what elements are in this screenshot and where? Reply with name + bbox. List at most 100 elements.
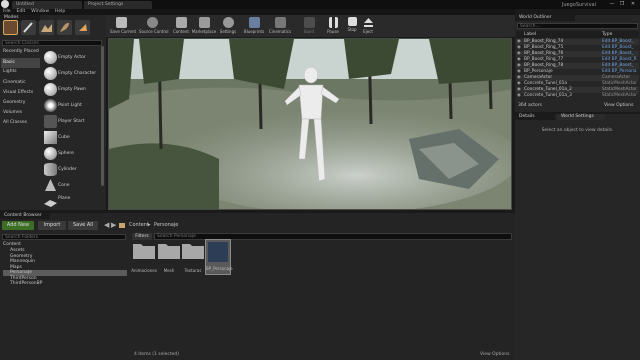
outliner-view-options[interactable]: View Options xyxy=(604,103,633,108)
details-panel xyxy=(515,114,640,360)
world-outliner-title[interactable]: World Outliner xyxy=(515,15,575,21)
details-empty-text: Select an object to view details. xyxy=(541,128,614,133)
paint-mode-icon[interactable] xyxy=(21,20,36,35)
folder-texturas[interactable] xyxy=(182,241,204,259)
category-all-classes[interactable]: All Classes xyxy=(1,118,40,128)
folder-label: Mesh xyxy=(163,268,175,273)
gear-icon xyxy=(222,17,234,28)
tab-details[interactable]: Details xyxy=(515,114,555,120)
build-icon xyxy=(303,17,315,28)
source-control-icon xyxy=(146,17,158,28)
folder-label: Animaciones xyxy=(131,268,157,273)
place-mode-icon[interactable] xyxy=(3,20,18,35)
breadcrumb-content[interactable]: Content xyxy=(129,221,149,230)
folder-search-input[interactable]: Search Folders xyxy=(2,234,126,240)
minimize-button[interactable]: — xyxy=(607,1,617,8)
category-cinematic[interactable]: Cinematic xyxy=(1,78,40,88)
blueprint-thumbnail-icon xyxy=(208,242,228,262)
outliner-row[interactable]: ◉ Concrete_Tunel_01a StaticMeshActor xyxy=(516,81,639,87)
eject-icon xyxy=(363,17,374,28)
maximize-button[interactable]: ❐ xyxy=(617,1,627,8)
content-icon xyxy=(175,17,187,28)
save-all-button[interactable]: Save All xyxy=(68,221,98,230)
eye-icon[interactable]: ◉ xyxy=(517,45,521,51)
breadcrumb-sep: ▸ xyxy=(148,222,151,228)
ue-logo-icon xyxy=(1,0,9,8)
category-recently-placed[interactable]: Recently Placed xyxy=(1,47,40,57)
eye-icon[interactable]: ◉ xyxy=(517,87,521,93)
save-current-button[interactable]: Save Current xyxy=(110,15,136,37)
tree-content[interactable]: Content xyxy=(3,242,21,248)
modes-scrollbar[interactable] xyxy=(101,46,104,186)
foliage-mode-icon[interactable] xyxy=(57,20,72,35)
tree-personaje[interactable]: Personaje xyxy=(3,270,127,276)
column-label[interactable]: Label xyxy=(524,31,536,38)
outliner-row[interactable]: ◉ Concrete_Tunel_01a_2 StaticMeshActor xyxy=(516,87,639,93)
nav-forward-icon[interactable]: ▶ xyxy=(111,221,116,230)
eye-icon[interactable]: ◉ xyxy=(517,39,521,45)
tab-project-settings[interactable]: Project Settings xyxy=(84,1,152,9)
cb-status: 4 items (1 selected) xyxy=(134,352,180,357)
cinematics-button[interactable]: Cinematics xyxy=(268,15,292,37)
eye-icon[interactable]: ◉ xyxy=(517,81,521,87)
build-button[interactable]: Build xyxy=(298,15,320,37)
folder-animaciones[interactable] xyxy=(133,241,155,259)
cb-view-options[interactable]: View Options xyxy=(480,352,509,357)
place-plane[interactable]: Plane xyxy=(42,190,100,208)
close-button[interactable]: ✕ xyxy=(628,1,638,8)
nav-back-icon[interactable]: ◀ xyxy=(104,221,109,230)
save-icon xyxy=(115,17,127,28)
folder-label: Texturas xyxy=(184,268,202,273)
import-button[interactable]: Import xyxy=(38,221,66,230)
actor-count: 364 actors xyxy=(518,103,542,108)
folder-icon xyxy=(182,244,204,259)
tab-world-settings[interactable]: World Settings xyxy=(557,114,605,120)
folder-icon xyxy=(119,223,125,228)
category-geometry[interactable]: Geometry xyxy=(1,98,40,108)
eye-icon[interactable]: ◉ xyxy=(517,57,521,63)
eye-icon[interactable]: ◉ xyxy=(517,75,521,81)
landscape-mode-icon[interactable] xyxy=(39,20,54,35)
filters-button[interactable]: Filters xyxy=(132,233,152,240)
outliner-row[interactable]: ◉ BP_Boost_Ring_78 Edit BP_Boost_ xyxy=(516,63,639,69)
outliner-row[interactable]: ◉ BP_Boost_Ring_76 Edit BP_Boost_ xyxy=(516,51,639,57)
folder-mesh[interactable] xyxy=(158,241,180,259)
outliner-row[interactable]: ◉ BP_Personaje Edit BP_Persona xyxy=(516,69,639,75)
outliner-row[interactable]: ◉ BP_Boost_Ring_77 Edit BP_Boost_R xyxy=(516,57,639,63)
eye-icon[interactable]: ◉ xyxy=(517,69,521,75)
tree-assets[interactable]: Assets xyxy=(10,248,25,254)
geometry-mode-icon[interactable] xyxy=(75,20,90,35)
outliner-row[interactable]: ◉ Concrete_Tunel_01a_3 StaticMeshActor xyxy=(516,93,639,99)
category-lights[interactable]: Lights xyxy=(1,67,40,77)
tree-thirdpersonbp[interactable]: ThirdPersonBP xyxy=(10,281,42,287)
category-visual-effects[interactable]: Visual Effects xyxy=(1,88,40,98)
outliner-search-input[interactable]: Search... xyxy=(517,23,638,29)
category-volumes[interactable]: Volumes xyxy=(1,108,40,118)
column-type[interactable]: Type xyxy=(602,31,612,38)
marketplace-button[interactable]: Marketplace xyxy=(191,15,217,37)
forest-scene-image xyxy=(109,39,511,209)
breadcrumb-personaje[interactable]: Personaje xyxy=(154,221,178,230)
game-viewport[interactable] xyxy=(108,38,512,210)
plane-icon xyxy=(44,195,57,208)
project-name: JuegoSurvival xyxy=(561,2,596,8)
content-button[interactable]: Content xyxy=(170,15,192,37)
settings-button[interactable]: Settings xyxy=(217,15,239,37)
eye-icon[interactable]: ◉ xyxy=(517,63,521,69)
folder-icon xyxy=(133,244,155,259)
tree-mannequin[interactable]: Mannequin xyxy=(10,259,35,265)
source-control-button[interactable]: Source Control xyxy=(139,15,168,37)
tab-level[interactable]: Untitled xyxy=(12,1,82,9)
asset-bp-personaje[interactable]: BP_Personaje xyxy=(205,239,233,275)
eject-button[interactable]: Eject xyxy=(357,15,379,37)
add-new-button[interactable]: Add New xyxy=(2,221,34,230)
outliner-header: Label Type xyxy=(516,31,639,38)
blueprints-button[interactable]: Blueprints xyxy=(242,15,266,37)
eye-icon[interactable]: ◉ xyxy=(517,93,521,99)
outliner-row[interactable]: ◉ BP_Boost_Ring_74 Edit BP_Boost_ xyxy=(516,39,639,45)
outliner-row[interactable]: ◉ BP_Boost_Ring_75 Edit BP_Boost_ xyxy=(516,45,639,51)
outliner-row[interactable]: ◉ CameraActor CameraActor xyxy=(516,75,639,81)
content-browser-title[interactable]: Content Browser xyxy=(0,213,50,219)
marketplace-icon xyxy=(198,17,210,28)
eye-icon[interactable]: ◉ xyxy=(517,51,521,57)
